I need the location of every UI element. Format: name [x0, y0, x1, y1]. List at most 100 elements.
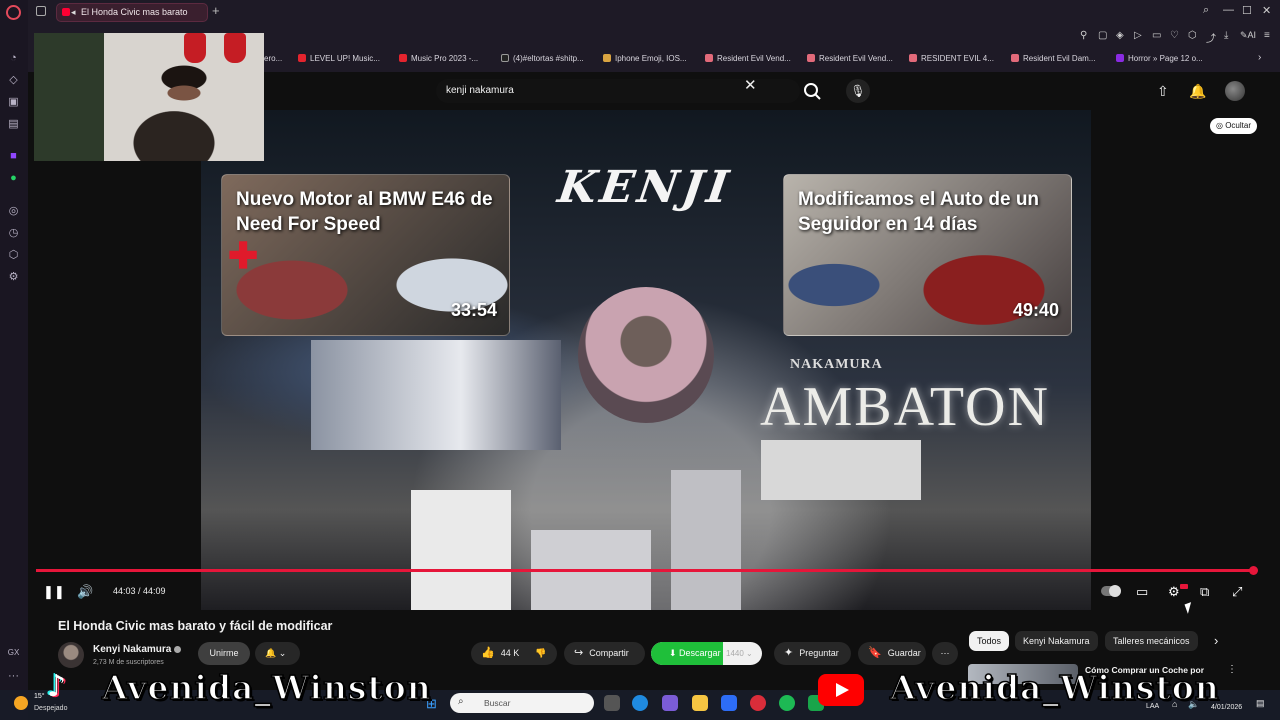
- snapshot-icon[interactable]: ▢: [1098, 30, 1107, 41]
- history-icon[interactable]: ◷: [7, 227, 20, 240]
- like-button[interactable]: 👍 44 K 👎: [471, 642, 557, 665]
- channel-name[interactable]: Kenyi Nakamura: [93, 644, 171, 655]
- twitch-icon[interactable]: ■: [7, 150, 20, 163]
- opera-taskbar-icon[interactable]: [750, 695, 766, 711]
- opera-logo-icon[interactable]: [6, 5, 21, 20]
- youtube-favicon-icon: [62, 8, 70, 16]
- recommended-menu-icon[interactable]: ⋮: [1227, 664, 1237, 675]
- tab-active[interactable]: ◂ El Honda Civic mas barato: [56, 3, 208, 22]
- settings-gear-icon[interactable]: ⚙: [1168, 584, 1180, 600]
- pause-icon[interactable]: ❚❚: [43, 584, 65, 600]
- autoplay-toggle[interactable]: [1101, 585, 1121, 597]
- miniplayer-icon[interactable]: ⧉: [1200, 584, 1209, 600]
- subscription-bell-button[interactable]: 🔔 ⌄: [255, 642, 300, 665]
- bookmark-item[interactable]: Horror » Page 12 o...: [1116, 54, 1203, 63]
- hide-endcards-button[interactable]: ◎ Ocultar: [1210, 118, 1257, 134]
- messenger-icon[interactable]: ▤: [7, 118, 20, 131]
- progress-scrubber[interactable]: [1249, 566, 1258, 575]
- notifications-bell-icon[interactable]: 🔔: [1189, 83, 1206, 100]
- share-button[interactable]: ↪ Compartir: [564, 642, 645, 665]
- bookmark-item[interactable]: Resident Evil Vend...: [807, 54, 893, 63]
- copilot-icon[interactable]: [662, 695, 678, 711]
- notification-center-icon[interactable]: ▤: [1256, 698, 1265, 709]
- more-icon[interactable]: ···: [7, 670, 20, 683]
- endcard-video[interactable]: ✚ Nuevo Motor al BMW E46 de Need For Spe…: [221, 174, 510, 336]
- chip-topic[interactable]: Talleres mecánicos: [1105, 631, 1198, 651]
- endcard-video[interactable]: Modificamos el Auto de un Seguidor en 14…: [783, 174, 1072, 336]
- bookmark-item[interactable]: Music Pro 2023 -...: [399, 54, 478, 63]
- maximize-icon[interactable]: ☐: [1242, 4, 1252, 17]
- extensions-toolbar-icon[interactable]: ⬡: [1188, 30, 1197, 41]
- gx-icon[interactable]: GX: [7, 646, 20, 659]
- screen: ◔ ◇ ▣ ▤ ■ ● ◎ ◷ ⬡ ⚙ GX ··· ◂ El Honda Ci…: [0, 0, 1280, 720]
- spotify-icon[interactable]: [779, 695, 795, 711]
- join-button[interactable]: Unirme: [198, 642, 250, 665]
- search-icon[interactable]: [800, 80, 826, 104]
- bookmark-item[interactable]: Resident Evil Dam...: [1011, 54, 1095, 63]
- weather-icon[interactable]: [14, 696, 28, 710]
- thumbs-down-icon[interactable]: 👎: [535, 642, 546, 665]
- pin-icon[interactable]: ⚲: [1080, 30, 1087, 41]
- channel-avatar[interactable]: [58, 642, 84, 668]
- extensions-icon[interactable]: ⬡: [7, 249, 20, 262]
- weather-condition[interactable]: Despejado: [34, 705, 67, 712]
- sparkle-icon: ✦: [784, 647, 794, 659]
- download-icon[interactable]: ⤓: [1224, 30, 1228, 41]
- vpn-icon[interactable]: ◈: [1116, 30, 1124, 41]
- play-icon[interactable]: ▷: [1134, 30, 1142, 41]
- save-button[interactable]: 🔖 Guardar: [858, 642, 926, 665]
- tiktok-logo-icon: ♪: [47, 669, 67, 704]
- player-icon[interactable]: ◎: [7, 205, 20, 218]
- bookmark-item[interactable]: Iphone Emoji, IOS...: [603, 54, 687, 63]
- task-view-icon[interactable]: [604, 695, 620, 711]
- search-tabs-icon[interactable]: ⌕: [1203, 4, 1209, 17]
- ai-button[interactable]: ✎AI: [1240, 30, 1256, 41]
- ai-icon[interactable]: ◇: [7, 74, 20, 87]
- edge-icon[interactable]: [632, 695, 648, 711]
- chip-all[interactable]: Todos: [969, 631, 1010, 651]
- speaker-icon[interactable]: ◂: [71, 4, 76, 21]
- download-label[interactable]: ⬇ Descargar: [651, 642, 723, 665]
- whatsapp-icon[interactable]: ●: [7, 172, 20, 185]
- chat-icon[interactable]: ▭: [1152, 30, 1161, 41]
- chevron-right-icon[interactable]: ›: [1214, 633, 1218, 648]
- pinboard-icon[interactable]: ▣: [7, 96, 20, 109]
- tab-menu-icon[interactable]: [36, 6, 46, 16]
- chip-channel[interactable]: Kenyi Nakamura: [1015, 631, 1098, 651]
- speed-dial-icon[interactable]: ◔: [7, 52, 20, 65]
- new-tab-button[interactable]: +: [212, 3, 220, 18]
- subtitles-icon[interactable]: ▭: [1136, 584, 1148, 600]
- ask-button[interactable]: ✦ Preguntar: [774, 642, 851, 665]
- bookmark-item[interactable]: ero...: [264, 54, 282, 63]
- bookmark-item[interactable]: (4)#eltortas #shitp...: [501, 54, 584, 63]
- file-explorer-icon[interactable]: [692, 695, 708, 711]
- bookmark-item[interactable]: RESIDENT EVIL 4...: [909, 54, 994, 63]
- clear-search-icon[interactable]: ✕: [744, 76, 757, 94]
- upload-icon[interactable]: ⇧: [1157, 83, 1169, 100]
- bookmark-item[interactable]: Resident Evil Vend...: [705, 54, 791, 63]
- download-button[interactable]: ⬇ Descargar 1440 ⌄: [651, 642, 762, 665]
- share-icon[interactable]: ⤴: [1206, 30, 1216, 45]
- account-avatar[interactable]: [1225, 81, 1245, 101]
- fullscreen-icon[interactable]: ⤢: [1232, 584, 1242, 600]
- settings-icon[interactable]: ⚙: [7, 271, 20, 284]
- tab-bar: ◂ El Honda Civic mas barato + ⌕ — ☐ ✕: [28, 0, 1280, 24]
- minimize-icon[interactable]: —: [1223, 4, 1234, 16]
- taskbar-search[interactable]: Buscar: [450, 693, 594, 713]
- video-glitch: [671, 470, 741, 610]
- heart-icon[interactable]: ♡: [1170, 30, 1179, 41]
- volume-icon[interactable]: 🔊: [77, 584, 93, 600]
- bookmark-item[interactable]: LEVEL UP! Music...: [298, 54, 380, 63]
- hd-badge: [1180, 584, 1188, 589]
- bookmarks-more-icon[interactable]: ›: [1258, 52, 1261, 63]
- stocking-decoration: [224, 33, 246, 63]
- tab-title: El Honda Civic mas barato: [81, 7, 188, 17]
- progress-bar[interactable]: [36, 569, 1253, 572]
- weather-temperature[interactable]: 15°: [34, 693, 45, 700]
- microphone-icon[interactable]: 🎙: [846, 79, 870, 103]
- menu-icon[interactable]: ≡: [1264, 30, 1270, 41]
- zoom-icon[interactable]: [721, 695, 737, 711]
- download-quality[interactable]: 1440 ⌄: [726, 642, 753, 665]
- more-actions-icon[interactable]: ⋯: [932, 642, 958, 665]
- close-window-icon[interactable]: ✕: [1262, 4, 1271, 17]
